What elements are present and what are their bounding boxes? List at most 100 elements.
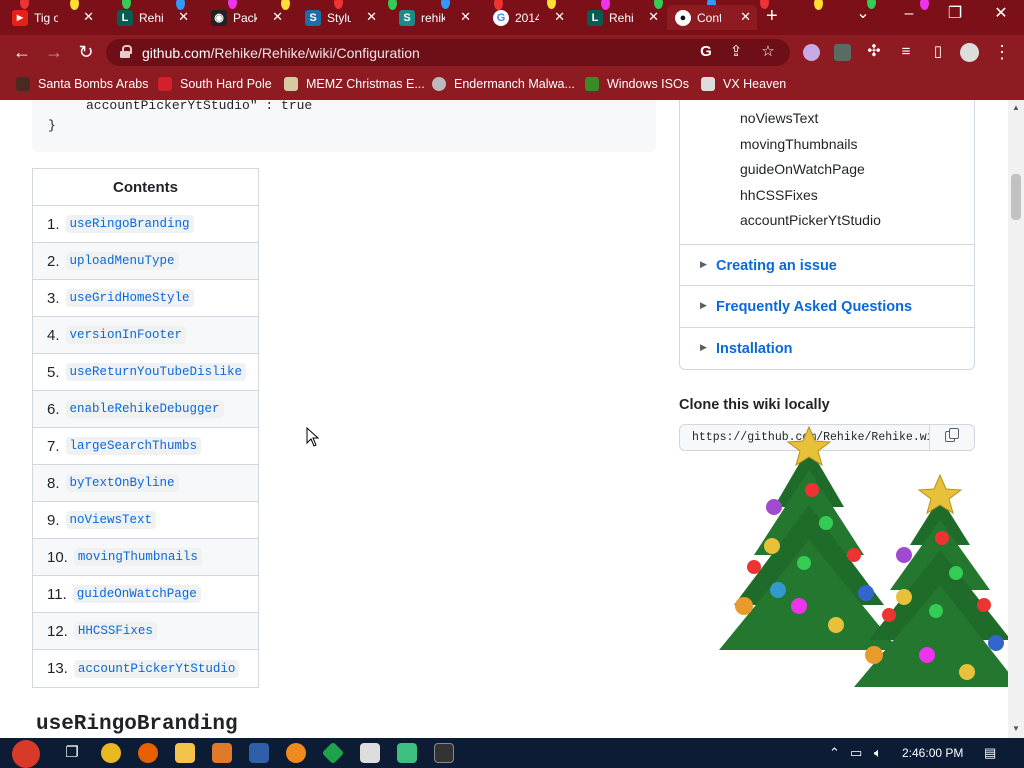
chrome-icon[interactable] bbox=[101, 743, 121, 763]
bookmark-item[interactable]: MEMZ Christmas E... bbox=[284, 77, 425, 91]
bookmark-item[interactable]: Santa Bombs Arabs bbox=[16, 77, 148, 91]
tab-close-icon[interactable]: ✕ bbox=[648, 9, 659, 25]
sidebar-subitem[interactable]: hhCSSFixes bbox=[740, 187, 818, 203]
toc-row[interactable]: 11. guideOnWatchPage bbox=[33, 576, 258, 613]
toc-link[interactable]: movingThumbnails bbox=[73, 548, 202, 566]
sidebar-section[interactable]: ▶ Creating an issue bbox=[680, 244, 974, 286]
toc-link[interactable]: versionInFooter bbox=[65, 326, 187, 344]
toc-row[interactable]: 1. useRingoBranding bbox=[33, 206, 258, 243]
side-panel-icon[interactable]: ▯ bbox=[928, 43, 948, 61]
toc-row[interactable]: 12. HHCSSFixes bbox=[33, 613, 258, 650]
copy-button[interactable] bbox=[929, 424, 975, 451]
toc-row[interactable]: 8. byTextOnByline bbox=[33, 465, 258, 502]
tab-close-icon[interactable]: ✕ bbox=[460, 9, 471, 25]
browser-tab-active[interactable]: ● Confi ✕ bbox=[667, 5, 757, 30]
browser-tab[interactable]: L Rehik ✕ bbox=[109, 5, 195, 30]
toc-row[interactable]: 9. noViewsText bbox=[33, 502, 258, 539]
browser-tab[interactable]: G 2014 ✕ bbox=[485, 5, 571, 30]
reload-icon[interactable]: ↻ bbox=[76, 43, 96, 61]
tab-close-icon[interactable]: ✕ bbox=[83, 9, 94, 25]
toc-link[interactable]: enableRehikeDebugger bbox=[65, 400, 224, 418]
minimize-button[interactable]: – bbox=[894, 5, 924, 23]
browser-tab[interactable]: S Stylu ✕ bbox=[297, 5, 383, 30]
forward-arrow-icon[interactable]: → bbox=[44, 43, 64, 61]
extensions-puzzle-icon[interactable]: ✣ bbox=[864, 43, 884, 61]
share-icon[interactable]: ⇪ bbox=[726, 44, 746, 60]
toc-row[interactable]: 3. useGridHomeStyle bbox=[33, 280, 258, 317]
sidebar-subitem[interactable]: guideOnWatchPage bbox=[740, 161, 865, 177]
bookmark-star-icon[interactable]: ☆ bbox=[758, 44, 778, 60]
toc-link[interactable]: guideOnWatchPage bbox=[72, 585, 201, 603]
notifications-icon[interactable]: ▤ bbox=[984, 745, 996, 761]
toc-link[interactable]: useReturnYouTubeDislike bbox=[65, 363, 247, 381]
scroll-down-icon[interactable]: ▼ bbox=[1012, 724, 1020, 733]
toc-link[interactable]: accountPickerYtStudio bbox=[73, 659, 240, 678]
toc-row[interactable]: 13. accountPickerYtStudio bbox=[33, 650, 258, 687]
sidebar-section-link[interactable]: Creating an issue bbox=[716, 258, 837, 274]
google-lens-icon[interactable]: G bbox=[696, 44, 716, 60]
notepad-icon[interactable] bbox=[397, 743, 417, 763]
sidebar-section-link[interactable]: Frequently Asked Questions bbox=[716, 299, 912, 315]
sidebar-subitem[interactable]: accountPickerYtStudio bbox=[740, 212, 881, 228]
toc-row[interactable]: 2. uploadMenuType bbox=[33, 243, 258, 280]
file-explorer-icon[interactable] bbox=[175, 743, 195, 763]
show-hidden-icons-icon[interactable]: ⌃ bbox=[829, 745, 840, 761]
browser-tab[interactable]: S rehik ✕ bbox=[391, 5, 477, 30]
extension-icon[interactable] bbox=[803, 44, 820, 61]
tab-close-icon[interactable]: ✕ bbox=[740, 9, 751, 25]
toc-link[interactable]: largeSearchThumbs bbox=[65, 437, 202, 455]
toc-row[interactable]: 4. versionInFooter bbox=[33, 317, 258, 354]
scroll-up-icon[interactable]: ▲ bbox=[1012, 103, 1020, 112]
start-button[interactable] bbox=[12, 740, 40, 768]
profile-avatar-icon[interactable] bbox=[960, 43, 979, 62]
toc-link[interactable]: uploadMenuType bbox=[65, 252, 179, 270]
toc-link[interactable]: useGridHomeStyle bbox=[65, 289, 194, 307]
toc-link[interactable]: useRingoBranding bbox=[65, 215, 194, 233]
bookmark-item[interactable]: VX Heaven bbox=[701, 77, 786, 91]
sidebar-section-link[interactable]: Installation bbox=[716, 341, 793, 357]
xbox-icon[interactable] bbox=[321, 741, 345, 765]
lock-icon[interactable] bbox=[120, 45, 132, 58]
toc-link[interactable]: noViewsText bbox=[65, 511, 157, 529]
tab-close-icon[interactable]: ✕ bbox=[366, 9, 377, 25]
7zip-icon[interactable] bbox=[360, 743, 380, 763]
taskbar-clock[interactable]: 2:46:00 PM bbox=[902, 746, 963, 760]
address-bar[interactable]: github.com/Rehike/Rehike/wiki/Configurat… bbox=[106, 39, 790, 66]
task-view-icon[interactable]: ❐ bbox=[62, 743, 82, 763]
volume-icon[interactable]: 🔈︎ bbox=[874, 745, 882, 761]
firefox-icon[interactable] bbox=[138, 743, 158, 763]
menu-kebab-icon[interactable]: ⋮ bbox=[992, 43, 1012, 61]
tab-search-chevron-icon[interactable]: ⌄ bbox=[848, 5, 878, 23]
browser-tab[interactable]: ◉ Packa ✕ bbox=[203, 5, 289, 30]
app-icon[interactable] bbox=[212, 743, 232, 763]
powershell-icon[interactable] bbox=[249, 743, 269, 763]
close-window-button[interactable]: ✕ bbox=[986, 5, 1016, 23]
new-tab-button[interactable]: + bbox=[766, 6, 778, 26]
toc-row[interactable]: 5. useReturnYouTubeDislike bbox=[33, 354, 258, 391]
sidebar-subitem[interactable]: movingThumbnails bbox=[740, 136, 858, 152]
toc-row[interactable]: 7. largeSearchThumbs bbox=[33, 428, 258, 465]
media-controls-icon[interactable]: ≡ bbox=[896, 43, 916, 61]
bookmark-item[interactable]: Windows ISOs bbox=[585, 77, 689, 91]
network-icon[interactable]: ▭ bbox=[850, 745, 862, 761]
restore-button[interactable]: ❐ bbox=[940, 5, 970, 23]
sidebar-subitem[interactable]: noViewsText bbox=[740, 110, 818, 126]
clone-url-input[interactable]: https://github.com/Rehike/Rehike.wiki.gi… bbox=[679, 424, 930, 451]
browser-tab[interactable]: ▶ Tig o ✕ bbox=[4, 5, 100, 30]
back-arrow-icon[interactable]: ← bbox=[12, 43, 32, 61]
tab-close-icon[interactable]: ✕ bbox=[554, 9, 565, 25]
url-text[interactable]: github.com/Rehike/Rehike/wiki/Configurat… bbox=[142, 45, 420, 61]
search-tool-icon[interactable] bbox=[286, 743, 306, 763]
sidebar-section[interactable]: ▶ Frequently Asked Questions bbox=[680, 285, 974, 327]
tab-close-icon[interactable]: ✕ bbox=[272, 9, 283, 25]
toc-link[interactable]: byTextOnByline bbox=[65, 474, 179, 492]
toc-row[interactable]: 6. enableRehikeDebugger bbox=[33, 391, 258, 428]
toc-row[interactable]: 10. movingThumbnails bbox=[33, 539, 258, 576]
sidebar-section[interactable]: ▶ Installation bbox=[680, 327, 974, 369]
page-scrollbar[interactable]: ▲ ▼ bbox=[1008, 100, 1024, 738]
bookmark-item[interactable]: South Hard Pole bbox=[158, 77, 272, 91]
bookmark-item[interactable]: Endermanch Malwa... bbox=[432, 77, 575, 91]
browser-tab[interactable]: L Rehik ✕ bbox=[579, 5, 665, 30]
stylus-extension-icon[interactable] bbox=[834, 44, 851, 61]
terminal-icon[interactable] bbox=[434, 743, 454, 763]
